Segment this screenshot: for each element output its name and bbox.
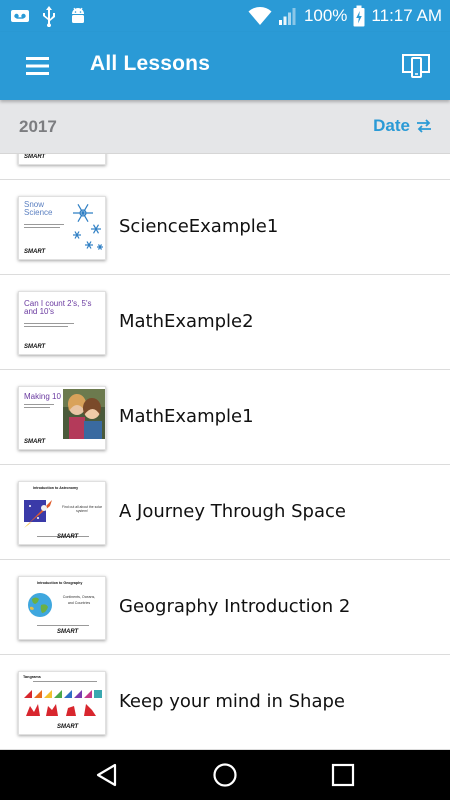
lesson-thumbnail: Snow Science SMART (18, 196, 106, 260)
thumbnail-heading: Making 10 (24, 392, 61, 401)
lesson-title: Geography Introduction 2 (119, 596, 351, 617)
thumbnail-heading: Snow Science (24, 200, 53, 218)
battery-percent: 100% (303, 6, 348, 25)
lesson-list[interactable]: SMART Snow Science SMART ScienceExample1… (0, 154, 450, 750)
status-system: 100% 11:17 AM (248, 5, 442, 27)
lesson-thumbnail: Introduction to Geography Continents, Oc… (18, 576, 106, 640)
sort-label: Date (373, 116, 410, 135)
hamburger-menu-icon (26, 57, 49, 75)
swap-arrows-icon (417, 119, 431, 133)
tangram-shapes-image (24, 690, 102, 716)
lesson-title: A Journey Through Space (119, 501, 346, 522)
thumbnail-heading: Introduction to Astronomy (33, 486, 79, 490)
back-button[interactable] (92, 760, 122, 790)
home-circle-icon (213, 763, 237, 787)
status-time: 11:17 AM (371, 6, 442, 25)
home-button[interactable] (210, 760, 240, 790)
lesson-thumbnail: Introduction to Astronomy Find out all a… (18, 481, 106, 545)
usb-icon (43, 6, 55, 27)
status-notifications (10, 5, 88, 27)
thumbnail-heading: Tangrams (23, 675, 41, 679)
smart-logo: SMART (24, 249, 46, 255)
smart-logo: SMART (57, 724, 79, 730)
status-bar: 100% 11:17 AM (0, 0, 450, 32)
list-item-lesson[interactable]: Making 10 SMART MathExample1 (0, 370, 450, 465)
wifi-icon (248, 7, 272, 25)
lesson-title: MathExample2 (119, 311, 254, 332)
list-item-lesson[interactable]: Snow Science SMART ScienceExample1 (0, 180, 450, 275)
list-item-lesson[interactable]: Introduction to Astronomy Find out all a… (0, 465, 450, 560)
android-icon (72, 7, 84, 23)
list-item-lesson[interactable]: Tangrams SMART Keep your mind in Shape (0, 655, 450, 750)
lesson-title: ScienceExample1 (119, 216, 279, 237)
recents-button[interactable] (328, 760, 358, 790)
thumbnail-subtitle: Continents, Oceans, and Countries (62, 595, 96, 605)
list-item-lesson[interactable]: Introduction to Geography Continents, Oc… (0, 560, 450, 655)
list-item-partial[interactable]: SMART (0, 154, 450, 180)
lesson-thumbnail: Can I count 2's, 5's and 10's SMART (18, 291, 106, 355)
page-title: All Lessons (90, 52, 211, 75)
smart-logo: SMART (24, 344, 46, 350)
smart-logo: SMART (57, 629, 79, 635)
children-photo-image (63, 389, 105, 439)
smart-logo: SMART (24, 154, 46, 160)
signal-icon (278, 8, 296, 25)
thumbnail-heading: Introduction to Geography (37, 581, 83, 585)
sort-by-date-button[interactable]: Date (373, 116, 432, 136)
device-connect-button[interactable] (400, 50, 432, 82)
lesson-title: Keep your mind in Shape (119, 691, 345, 712)
thumbnail-subtitle: Find out all about the solar system! (62, 505, 102, 513)
recents-square-icon (331, 763, 355, 787)
devices-icon (402, 54, 430, 78)
menu-button[interactable] (20, 50, 56, 82)
year-section-header: 2017 Date (0, 100, 450, 154)
lesson-thumbnail: Making 10 SMART (18, 386, 106, 450)
lesson-thumbnail: Tangrams SMART (18, 671, 106, 735)
year-label: 2017 (19, 117, 57, 136)
battery-charging-icon (353, 5, 365, 27)
voicemail-icon (11, 10, 29, 22)
lesson-thumbnail: SMART (18, 154, 106, 165)
thumbnail-heading: Can I count 2's, 5's and 10's (24, 299, 92, 317)
smart-logo: SMART (57, 534, 79, 540)
globe-icon (28, 593, 52, 617)
list-item-lesson[interactable]: Can I count 2's, 5's and 10's SMART Math… (0, 275, 450, 370)
back-triangle-icon (96, 763, 117, 787)
snowflake-icon (73, 204, 103, 250)
system-nav-bar (0, 750, 450, 800)
smart-logo: SMART (24, 439, 46, 445)
rocket-icon (24, 500, 52, 528)
app-bar: All Lessons (0, 32, 450, 100)
lesson-title: MathExample1 (119, 406, 254, 427)
